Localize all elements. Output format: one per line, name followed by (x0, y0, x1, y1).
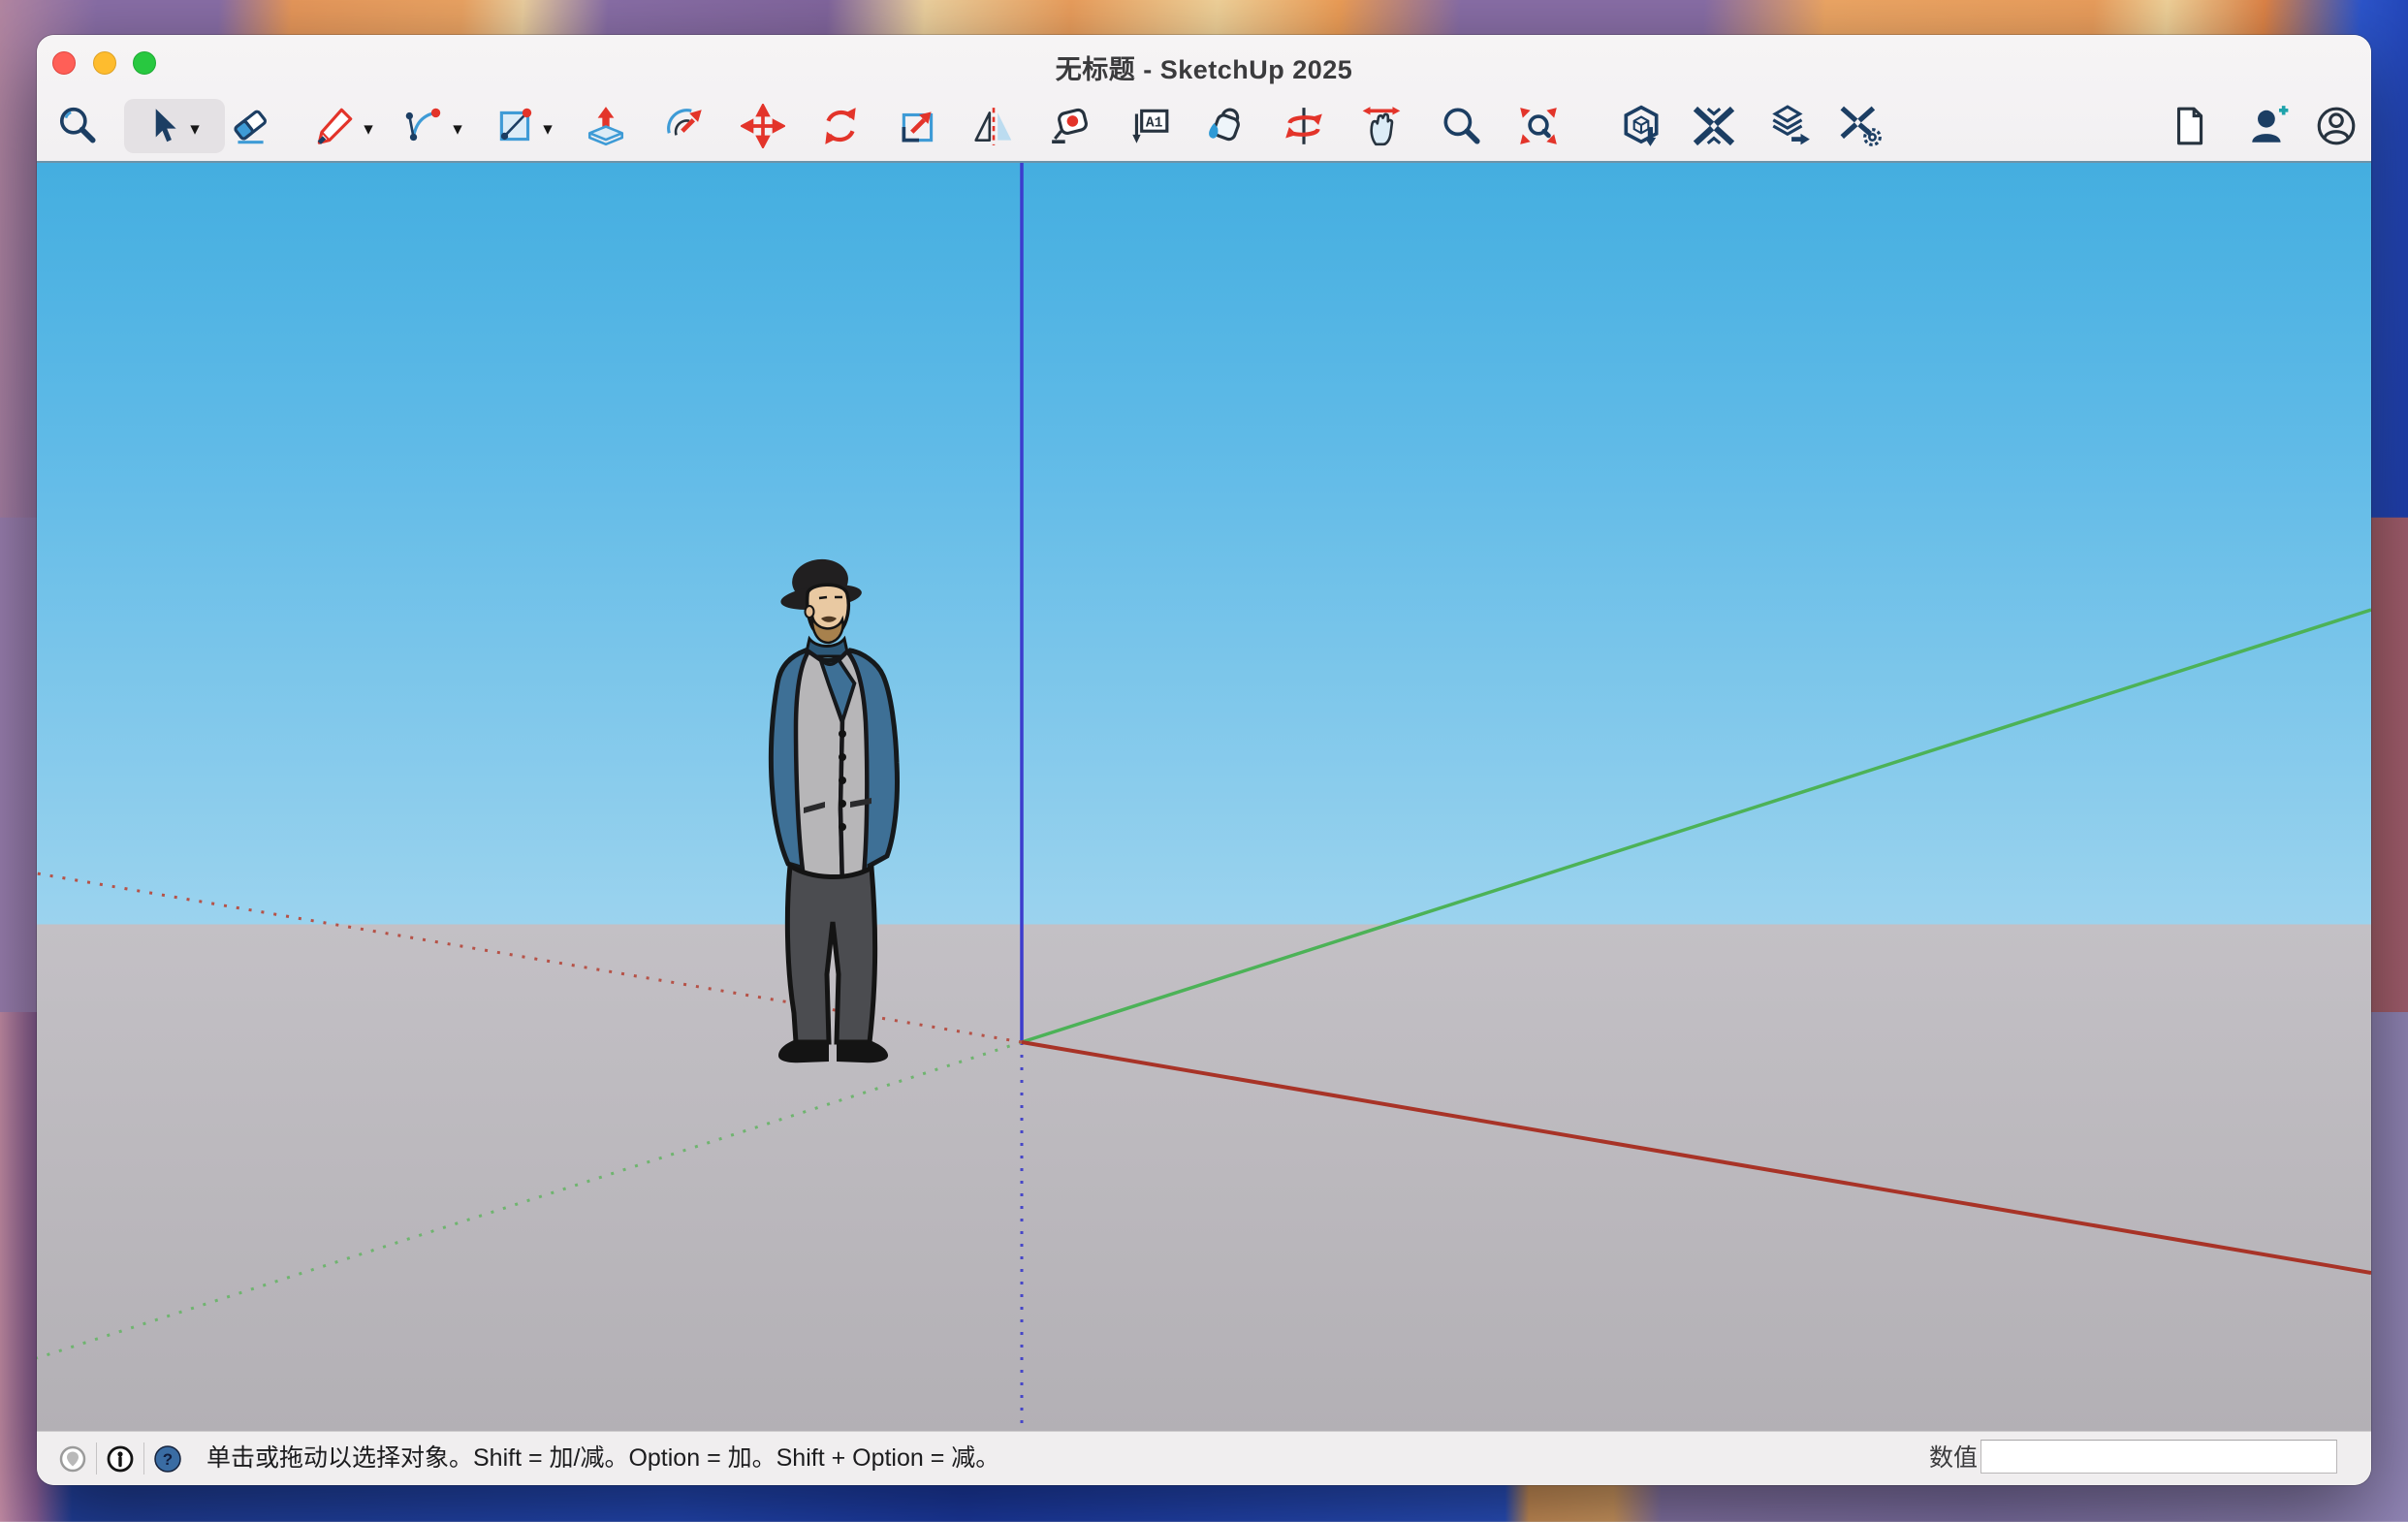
account-icon (2314, 104, 2359, 148)
help-icon[interactable]: ? (154, 1445, 181, 1473)
tool-pan-button[interactable] (1354, 99, 1409, 153)
connect-settings-icon (1839, 104, 1884, 148)
scale-icon (896, 104, 940, 148)
rotate-icon (818, 104, 863, 148)
chevron-down-icon[interactable]: ▾ (184, 120, 206, 139)
offset-icon (663, 104, 708, 148)
tool-rectangle-button[interactable] (489, 99, 543, 153)
divider (96, 1443, 97, 1474)
account-button[interactable] (2309, 99, 2363, 153)
tool-offset-button[interactable] (658, 99, 713, 153)
divider (143, 1443, 144, 1474)
dimension-text-icon: A1 (1126, 104, 1171, 148)
tool-line-button[interactable] (307, 99, 362, 153)
modeling-viewport[interactable] (37, 163, 2371, 1432)
drawing-axes (37, 163, 2371, 1432)
measurement-label: 数值 (1908, 1432, 1978, 1485)
tool-tape-measure-button[interactable] (1044, 99, 1098, 153)
tool-paint-bucket-button[interactable] (1199, 99, 1253, 153)
flip-icon (971, 104, 1016, 148)
tool-get-models-button[interactable] (1614, 99, 1668, 153)
eraser-icon (228, 104, 272, 148)
titlebar-toolbar: 无标题 - SketchUp 2025 ▾ (37, 35, 2371, 163)
select-arrow-icon (140, 104, 184, 148)
new-document-icon (2167, 104, 2211, 148)
pencil-line-icon (312, 104, 357, 148)
tool-trimble-connect-button[interactable] (1687, 99, 1741, 153)
window-title: 无标题 - SketchUp 2025 (37, 48, 2371, 86)
status-bar: ? 单击或拖动以选择对象。Shift = 加/减。Option = 加。Shif… (37, 1431, 2371, 1485)
rectangle-icon (493, 104, 538, 148)
tool-flip-button[interactable] (966, 99, 1021, 153)
tool-orbit-button[interactable] (1277, 99, 1331, 153)
chevron-down-icon[interactable]: ▾ (537, 120, 558, 139)
trimble-connect-icon (1692, 104, 1736, 148)
measurement-input[interactable] (1980, 1440, 2337, 1474)
search-icon (55, 104, 100, 148)
tape-measure-icon (1049, 104, 1093, 148)
invite-button[interactable] (2241, 99, 2296, 153)
svg-text:A1: A1 (1146, 116, 1163, 132)
chevron-down-icon[interactable]: ▾ (447, 120, 468, 139)
tool-arc-button[interactable] (396, 99, 451, 153)
zoom-extents-icon (1516, 104, 1561, 148)
tool-connect-settings-button[interactable] (1834, 99, 1888, 153)
zoom-icon (1439, 104, 1483, 148)
sketchup-window: 无标题 - SketchUp 2025 ▾ (37, 35, 2371, 1485)
send-to-layout-icon (1767, 104, 1812, 148)
move-icon (741, 104, 785, 148)
tool-select-button[interactable] (124, 99, 225, 153)
status-message: 单击或拖动以选择对象。Shift = 加/减。Option = 加。Shift … (206, 1432, 999, 1485)
tool-scale-button[interactable] (891, 99, 945, 153)
tool-zoom-button[interactable] (1434, 99, 1488, 153)
tool-dimension-text-button[interactable]: A1 (1122, 99, 1176, 153)
tool-search-button[interactable] (50, 99, 105, 153)
add-person-icon (2246, 104, 2291, 148)
tool-rotate-button[interactable] (813, 99, 868, 153)
tool-send-to-layout-button[interactable] (1762, 99, 1817, 153)
desktop: 无标题 - SketchUp 2025 ▾ (0, 0, 2408, 1522)
pan-icon (1359, 104, 1404, 148)
svg-text:?: ? (163, 1450, 173, 1469)
tool-move-button[interactable] (736, 99, 790, 153)
get-models-icon (1619, 104, 1663, 148)
chevron-down-icon[interactable]: ▾ (358, 120, 379, 139)
arc-icon (401, 104, 446, 148)
tool-zoom-extents-button[interactable] (1511, 99, 1566, 153)
new-document-button[interactable] (2162, 99, 2216, 153)
tool-push-pull-button[interactable] (579, 99, 633, 153)
person-scale-figure[interactable] (761, 557, 926, 1071)
credits-icon[interactable] (107, 1445, 134, 1473)
tool-eraser-button[interactable] (223, 99, 277, 153)
geolocation-icon[interactable] (59, 1445, 86, 1473)
orbit-icon (1282, 104, 1326, 148)
paint-bucket-icon (1204, 104, 1249, 148)
push-pull-icon (584, 104, 628, 148)
